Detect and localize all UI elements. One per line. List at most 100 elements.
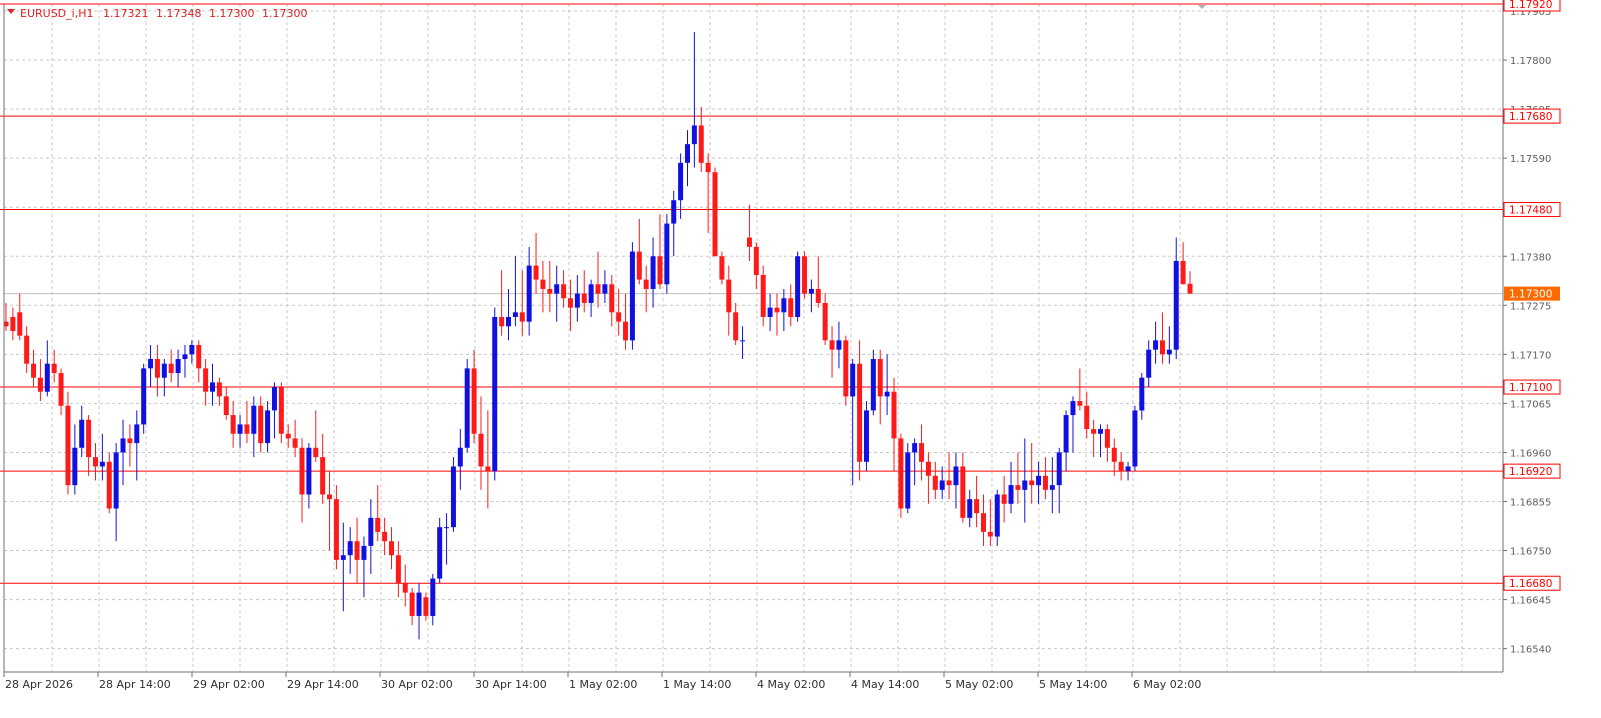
candle-body — [774, 307, 780, 313]
candle-body — [1111, 447, 1117, 462]
candle-body — [919, 443, 925, 462]
candle-body — [698, 125, 704, 163]
time-axis-label: 5 May 02:00 — [945, 678, 1013, 691]
candle-body — [726, 279, 732, 313]
candle-body — [1063, 415, 1069, 453]
candle-body — [870, 359, 876, 411]
candle-body — [327, 494, 333, 500]
candle-body — [450, 466, 456, 528]
candle-body — [719, 256, 725, 280]
candle-body — [17, 312, 23, 336]
candle-body — [629, 251, 635, 341]
candle-body — [960, 466, 966, 518]
candle-body — [1091, 429, 1097, 434]
candle-body — [216, 382, 222, 397]
time-axis-label: 6 May 02:00 — [1133, 678, 1201, 691]
candle-body — [375, 517, 381, 532]
price-axis-label: 1.16645 — [1510, 596, 1551, 607]
candle-body — [905, 452, 911, 509]
candle-body — [1180, 260, 1186, 285]
candle-body — [182, 354, 188, 360]
candle-body — [657, 256, 663, 285]
candle-body — [141, 368, 147, 425]
candle-body — [65, 405, 71, 486]
candle-body — [994, 494, 1000, 537]
candle-body — [347, 541, 353, 556]
price-chart[interactable]: 1.179051.178001.176951.175901.174851.173… — [0, 0, 1601, 713]
candle-body — [299, 447, 305, 495]
candle-body — [574, 293, 580, 308]
candle-body — [836, 340, 842, 350]
candle-body — [980, 513, 986, 532]
candle-body — [547, 288, 553, 294]
candle-body — [313, 447, 319, 458]
candle-body — [499, 316, 505, 327]
candle-body — [1159, 340, 1165, 355]
candle-body — [1153, 340, 1159, 350]
chart-window[interactable]: 1.179051.178001.176951.175901.174851.173… — [0, 0, 1601, 713]
candle-body — [175, 359, 181, 374]
level-price-label: 1.17920 — [1509, 0, 1552, 11]
level-price-label: 1.17680 — [1509, 111, 1552, 123]
candle-body — [788, 298, 794, 317]
candle-body — [210, 382, 216, 392]
price-axis-label: 1.17065 — [1510, 399, 1551, 410]
candle-body — [1049, 485, 1055, 490]
candle-body — [712, 172, 718, 257]
candle-body — [409, 592, 415, 616]
candle-body — [10, 316, 16, 331]
header-low: 1.17300 — [209, 7, 255, 20]
candle-body — [781, 298, 787, 313]
candle-body — [1001, 494, 1007, 504]
candle-body — [616, 312, 622, 322]
level-price-label: 1.17480 — [1509, 205, 1552, 217]
candle-body — [1166, 349, 1172, 355]
candle-body — [519, 312, 525, 322]
candle-body — [368, 517, 374, 546]
candle-body — [437, 527, 443, 579]
candle-body — [877, 359, 883, 397]
candle-body — [533, 265, 539, 280]
candle-body — [912, 443, 918, 453]
candle-body — [802, 256, 808, 294]
level-price-label: 1.16680 — [1509, 578, 1552, 590]
candle-body — [1125, 466, 1131, 472]
candle-body — [1022, 480, 1028, 490]
candle-body — [37, 377, 43, 392]
candle-body — [492, 316, 498, 472]
candle-body — [540, 279, 546, 289]
candle-body — [850, 363, 856, 397]
candle-body — [595, 284, 601, 294]
candle-body — [203, 368, 209, 392]
price-axis-label: 1.17590 — [1510, 154, 1551, 165]
candle-body — [1077, 401, 1083, 406]
candle-body — [72, 447, 78, 486]
candle-body — [588, 284, 594, 303]
candle-body — [650, 256, 656, 289]
candle-body — [271, 387, 277, 411]
candle-body — [1187, 283, 1193, 294]
candle-body — [526, 265, 532, 322]
time-axis-label: 28 Apr 14:00 — [99, 678, 171, 691]
candle-body — [623, 321, 629, 341]
candle-body — [678, 162, 684, 201]
candle-body — [1084, 405, 1090, 430]
candle-body — [86, 419, 92, 458]
candle-body — [92, 457, 98, 467]
candle-body — [932, 475, 938, 490]
candle-body — [1139, 377, 1145, 411]
candle-body — [815, 288, 821, 303]
candle-body — [829, 340, 835, 350]
candle-body — [863, 410, 869, 462]
time-axis-label: 28 Apr 2026 — [5, 678, 73, 691]
time-axis-label: 5 May 14:00 — [1039, 678, 1107, 691]
candle-body — [278, 387, 284, 434]
candle-body — [285, 433, 291, 439]
price-axis-label: 1.16540 — [1510, 645, 1551, 656]
candle-body — [31, 363, 37, 378]
chart-header: EURUSD_i,H1 1.17321 1.17348 1.17300 1.17… — [7, 7, 307, 20]
candle-body — [464, 368, 470, 448]
header-close: 1.17300 — [262, 7, 308, 20]
candle-body — [884, 391, 890, 397]
candle-body — [113, 452, 119, 509]
